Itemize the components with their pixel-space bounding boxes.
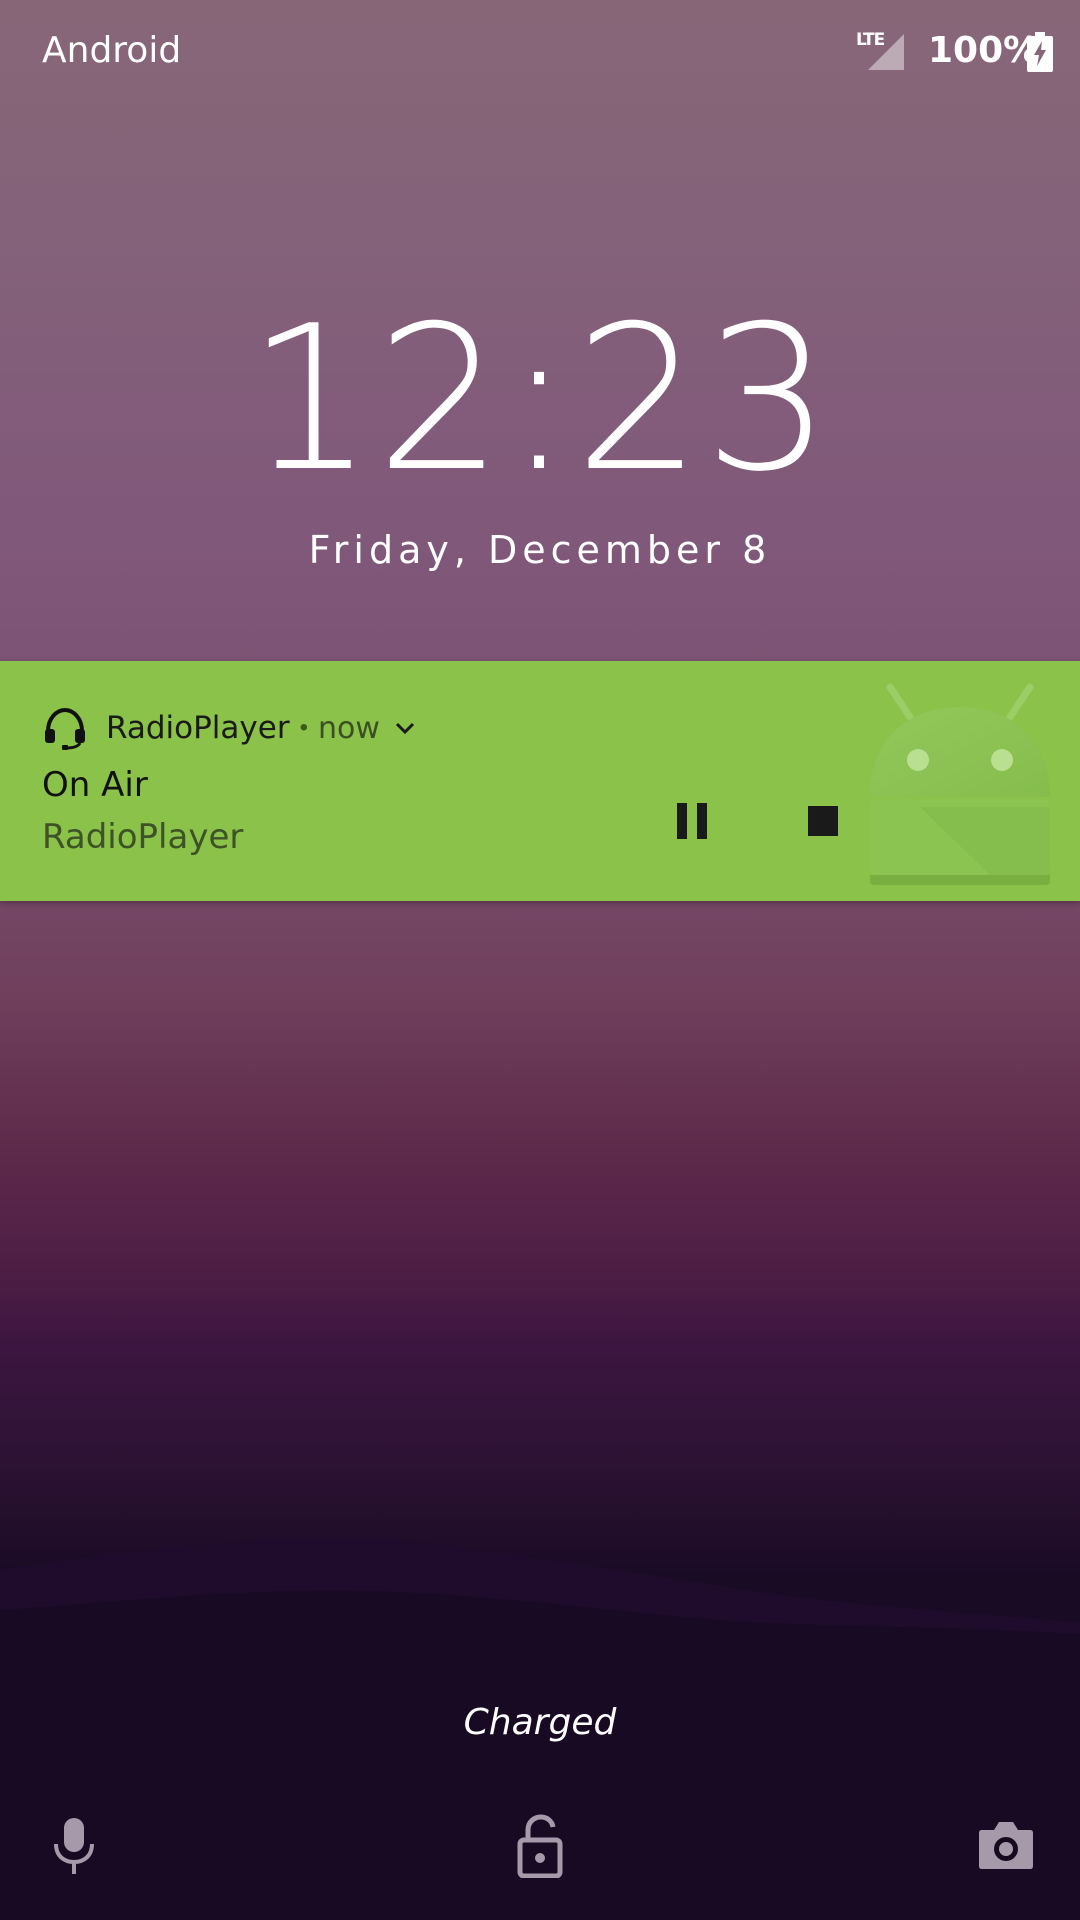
battery-charging-icon	[1027, 32, 1053, 72]
charging-status: Charged	[463, 1702, 617, 1743]
pause-icon	[677, 803, 707, 839]
header-separator: •	[299, 714, 308, 741]
notification-title: On Air	[42, 765, 148, 805]
camera-icon[interactable]	[978, 1818, 1034, 1870]
notification-app-name: RadioPlayer	[106, 710, 290, 746]
lte-signal-icon: LTE	[856, 30, 906, 72]
battery-percent: 100%	[928, 30, 1040, 71]
notification-time: now	[317, 710, 380, 746]
microphone-icon[interactable]	[46, 1816, 102, 1876]
status-bar: Android LTE 100%	[0, 0, 1080, 106]
media-notification[interactable]: RadioPlayer • now On Air RadioPlayer	[0, 661, 1080, 901]
headset-icon	[45, 707, 85, 750]
notification-text: RadioPlayer	[42, 817, 244, 857]
notification-header[interactable]: RadioPlayer • now	[42, 705, 418, 751]
stop-button[interactable]	[793, 791, 853, 851]
carrier-label: Android	[42, 30, 182, 71]
lockscreen-clock: 12:23	[246, 283, 834, 516]
android-robot-icon	[870, 683, 1050, 885]
pause-button[interactable]	[662, 791, 722, 851]
stop-icon	[808, 806, 838, 836]
lockscreen-date: Friday, December 8	[308, 528, 772, 572]
expand-chevron-icon[interactable]	[392, 715, 418, 741]
lock-icon[interactable]	[514, 1814, 566, 1878]
